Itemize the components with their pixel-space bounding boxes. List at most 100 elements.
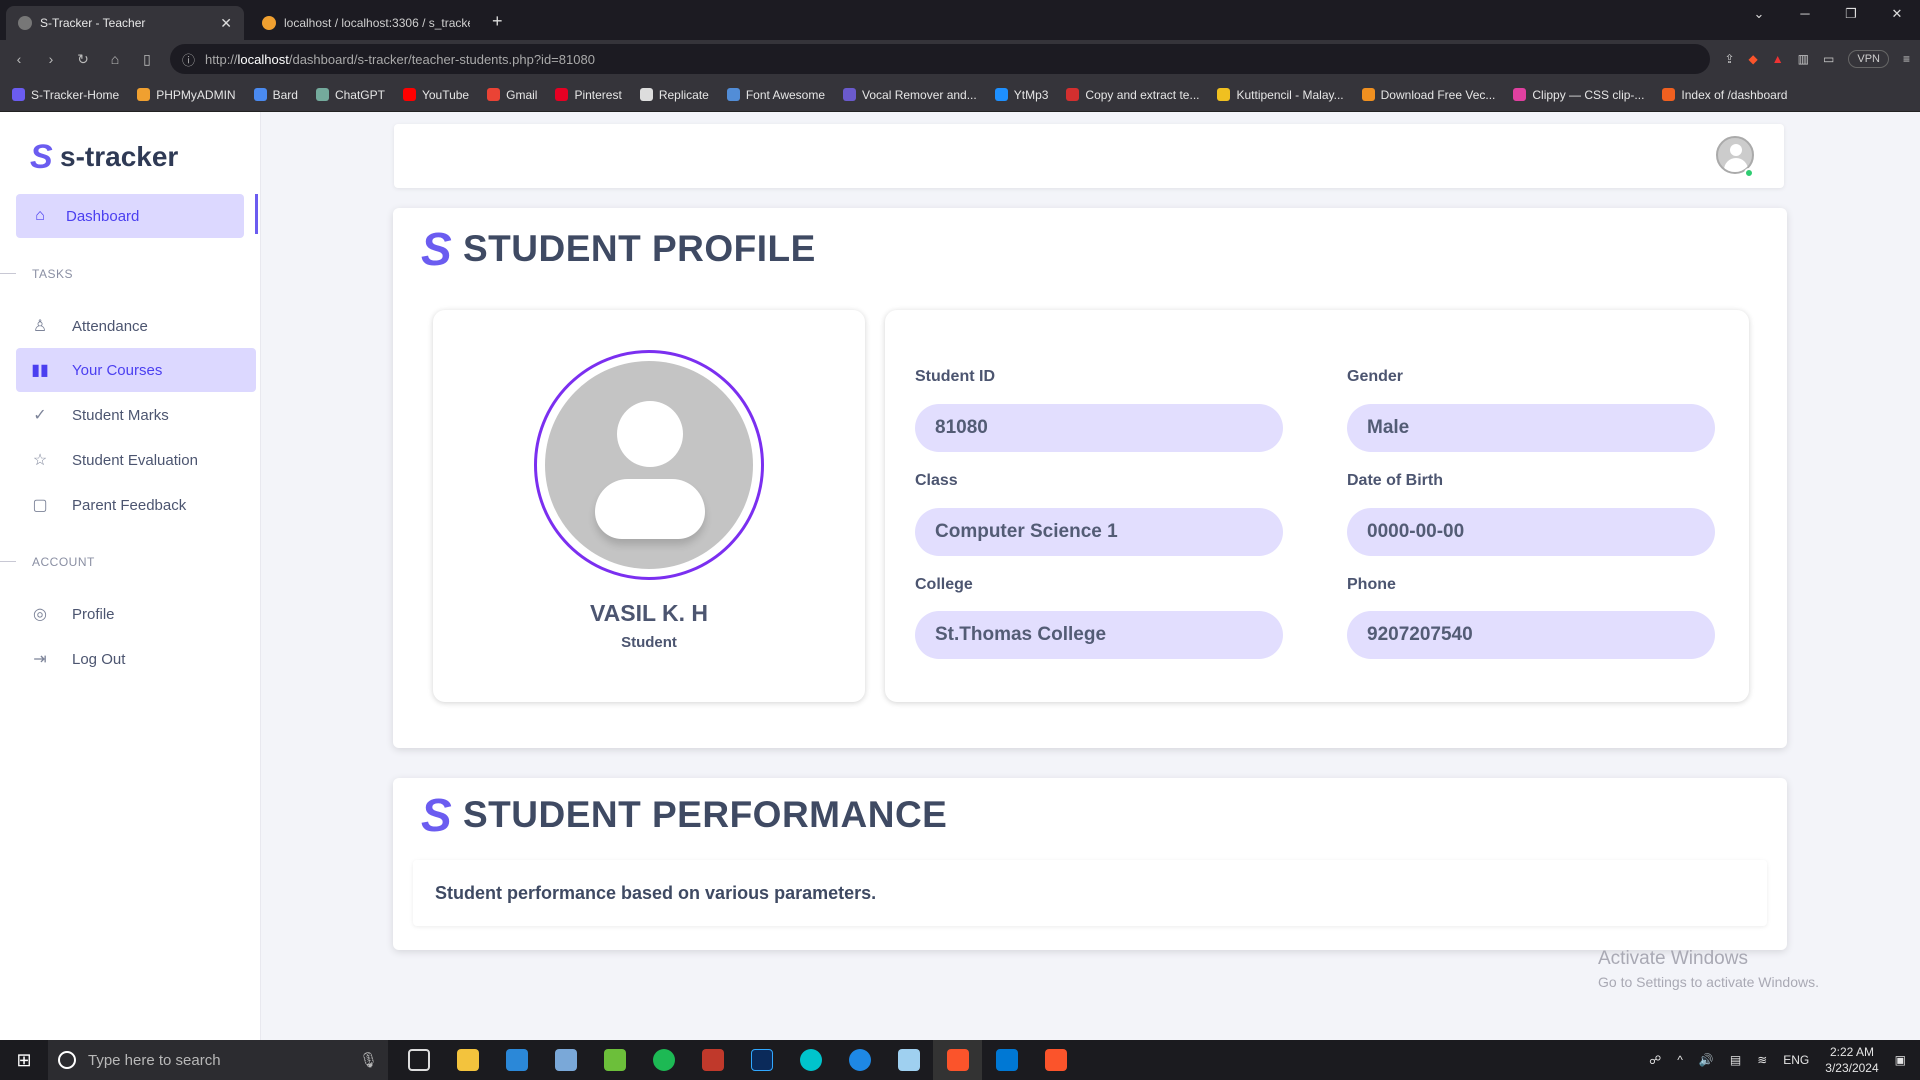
sidebar-item-profile[interactable]: ◎ Profile: [16, 592, 256, 636]
bookmark-item[interactable]: Copy and extract te...: [1066, 88, 1199, 102]
volume-icon[interactable]: 🔊: [1699, 1053, 1714, 1067]
url-field[interactable]: ⓘ http://localhost/dashboard/s-tracker/t…: [170, 44, 1711, 74]
clock-time: 2:22 AM: [1829, 1045, 1874, 1059]
bookmark-item[interactable]: YtMp3: [994, 88, 1048, 102]
brave-icon[interactable]: [933, 1040, 982, 1080]
brave-rewards-icon[interactable]: ▲: [1772, 52, 1784, 66]
close-window-button[interactable]: ✕: [1874, 0, 1920, 28]
vscode-icon[interactable]: [982, 1040, 1031, 1080]
avatar-placeholder-icon: [545, 361, 753, 569]
bookmark-item[interactable]: Index of /dashboard: [1662, 88, 1787, 102]
bluestacks-icon[interactable]: [590, 1040, 639, 1080]
bookmark-favicon-icon: [1662, 88, 1676, 101]
bookmark-favicon-icon: [1217, 88, 1231, 101]
bookmark-label: PHPMyADMIN: [156, 87, 236, 102]
pinned-apps: [394, 1040, 1080, 1080]
bookmark-item[interactable]: Font Awesome: [726, 87, 825, 102]
bookmark-favicon-icon: [12, 88, 25, 101]
bookmark-item[interactable]: Download Free Vec...: [1361, 88, 1495, 102]
bookmark-item[interactable]: Pinterest: [555, 87, 622, 102]
bookmark-icon[interactable]: ▯: [138, 51, 156, 68]
dob-value: 0000-00-00: [1347, 508, 1715, 556]
bookmark-item[interactable]: ChatGPT: [315, 87, 385, 102]
close-tab-icon[interactable]: ✕: [220, 15, 232, 32]
bookmark-item[interactable]: Vocal Remover and...: [843, 88, 977, 102]
new-tab-button[interactable]: +: [492, 11, 503, 32]
sidebar-item-dashboard[interactable]: ⌂ Dashboard: [16, 194, 244, 238]
bookmark-item[interactable]: S-Tracker-Home: [12, 88, 119, 102]
sidebar-item-label: Parent Feedback: [72, 496, 187, 514]
brand-logo[interactable]: S s-tracker: [30, 140, 178, 174]
dev-cpp-icon[interactable]: [688, 1040, 737, 1080]
minimize-button[interactable]: ─: [1782, 0, 1828, 28]
task-view-icon[interactable]: [394, 1040, 443, 1080]
bookmark-label: Pinterest: [574, 87, 622, 102]
bookmark-favicon-icon: [487, 88, 501, 101]
notifications-icon[interactable]: ▣: [1895, 1053, 1906, 1067]
url-path: /dashboard/s-tracker/teacher-students.ph…: [288, 51, 595, 67]
bookmark-item[interactable]: Clippy — CSS clip-...: [1513, 88, 1644, 102]
photoshop-icon[interactable]: [737, 1040, 786, 1080]
canva-icon[interactable]: [786, 1040, 835, 1080]
s-logo-icon: S: [421, 223, 453, 275]
bookmark-item[interactable]: PHPMyADMIN: [137, 87, 236, 102]
chevron-up-icon[interactable]: ^: [1677, 1053, 1683, 1067]
reload-icon[interactable]: ↻: [74, 51, 92, 68]
sidebar-toggle-icon[interactable]: ▥: [1798, 52, 1809, 66]
paint-icon[interactable]: [541, 1040, 590, 1080]
people-icon[interactable]: ☍: [1649, 1053, 1661, 1067]
phpmyadmin-icon: [262, 16, 276, 30]
clock[interactable]: 2:22 AM 3/23/2024: [1825, 1044, 1878, 1076]
section-title: S STUDENT PERFORMANCE: [421, 792, 947, 838]
network-icon[interactable]: ▤: [1730, 1053, 1741, 1067]
student-avatar: [534, 350, 764, 580]
wallet-icon[interactable]: ▭: [1823, 52, 1834, 66]
menu-icon[interactable]: ≡: [1903, 52, 1910, 66]
sidebar-item-logout[interactable]: ⇥ Log Out: [16, 637, 256, 681]
sidebar-item-parent-feedback[interactable]: ▢ Parent Feedback: [16, 483, 256, 527]
forward-icon[interactable]: ›: [42, 51, 60, 67]
bookmark-label: Gmail: [506, 87, 538, 102]
vpn-button[interactable]: VPN: [1848, 50, 1889, 68]
bookmark-label: ChatGPT: [334, 87, 385, 102]
tab-s-tracker[interactable]: S-Tracker - Teacher ✕: [6, 6, 244, 40]
sidebar-item-your-courses[interactable]: ▮▮ Your Courses: [16, 348, 256, 392]
bookmark-favicon-icon: [1066, 88, 1080, 101]
edge-icon[interactable]: [835, 1040, 884, 1080]
home-icon[interactable]: ⌂: [106, 51, 124, 67]
back-icon[interactable]: ‹: [10, 51, 28, 67]
site-info-icon[interactable]: ⓘ: [182, 50, 195, 69]
check-circle-icon: ✓: [33, 407, 47, 424]
brave-icon-2[interactable]: [1031, 1040, 1080, 1080]
bookmark-favicon-icon: [315, 88, 329, 101]
class-value: Computer Science 1: [915, 508, 1283, 556]
bookmark-item[interactable]: Replicate: [639, 88, 709, 102]
file-explorer-icon[interactable]: [443, 1040, 492, 1080]
taskbar-search[interactable]: Type here to search 🎙: [48, 1040, 388, 1080]
wifi-icon[interactable]: ≋: [1757, 1053, 1767, 1067]
bookmark-label: Font Awesome: [745, 87, 825, 102]
bookmark-item[interactable]: YouTube: [402, 88, 469, 102]
bookmark-item[interactable]: Kuttipencil - Malay...: [1217, 88, 1344, 102]
brave-shield-icon[interactable]: ◆: [1749, 52, 1758, 66]
windows-start-button[interactable]: ⊞: [0, 1040, 48, 1080]
sidebar-item-attendance[interactable]: ♙ Attendance: [16, 304, 256, 348]
spotify-icon[interactable]: [639, 1040, 688, 1080]
bookmark-item[interactable]: Bard: [253, 88, 298, 102]
restore-button[interactable]: ❐: [1828, 0, 1874, 28]
student-name: VASIL K. H: [590, 600, 708, 626]
sidebar-item-student-evaluation[interactable]: ☆ Student Evaluation: [16, 438, 256, 482]
address-bar-row: ‹ › ↻ ⌂ ▯ ⓘ http://localhost/dashboard/s…: [0, 40, 1920, 78]
tab-list-icon[interactable]: ⌄: [1736, 0, 1782, 28]
share-icon[interactable]: ⇪: [1724, 52, 1734, 66]
store-icon[interactable]: [492, 1040, 541, 1080]
gender-label: Gender: [1347, 368, 1404, 385]
language-indicator[interactable]: ENG: [1783, 1053, 1809, 1067]
sidebar-item-student-marks[interactable]: ✓ Student Marks: [16, 393, 256, 437]
microphone-icon[interactable]: 🎙: [359, 1051, 378, 1069]
bookmark-item[interactable]: Gmail: [487, 88, 537, 102]
notepad-icon[interactable]: [884, 1040, 933, 1080]
browser-tab-bar: S-Tracker - Teacher ✕ localhost / localh…: [0, 0, 1920, 40]
tab-phpmyadmin[interactable]: localhost / localhost:3306 / s_tracker: [250, 6, 482, 40]
profile-summary: VASIL K. H Student: [433, 310, 865, 702]
